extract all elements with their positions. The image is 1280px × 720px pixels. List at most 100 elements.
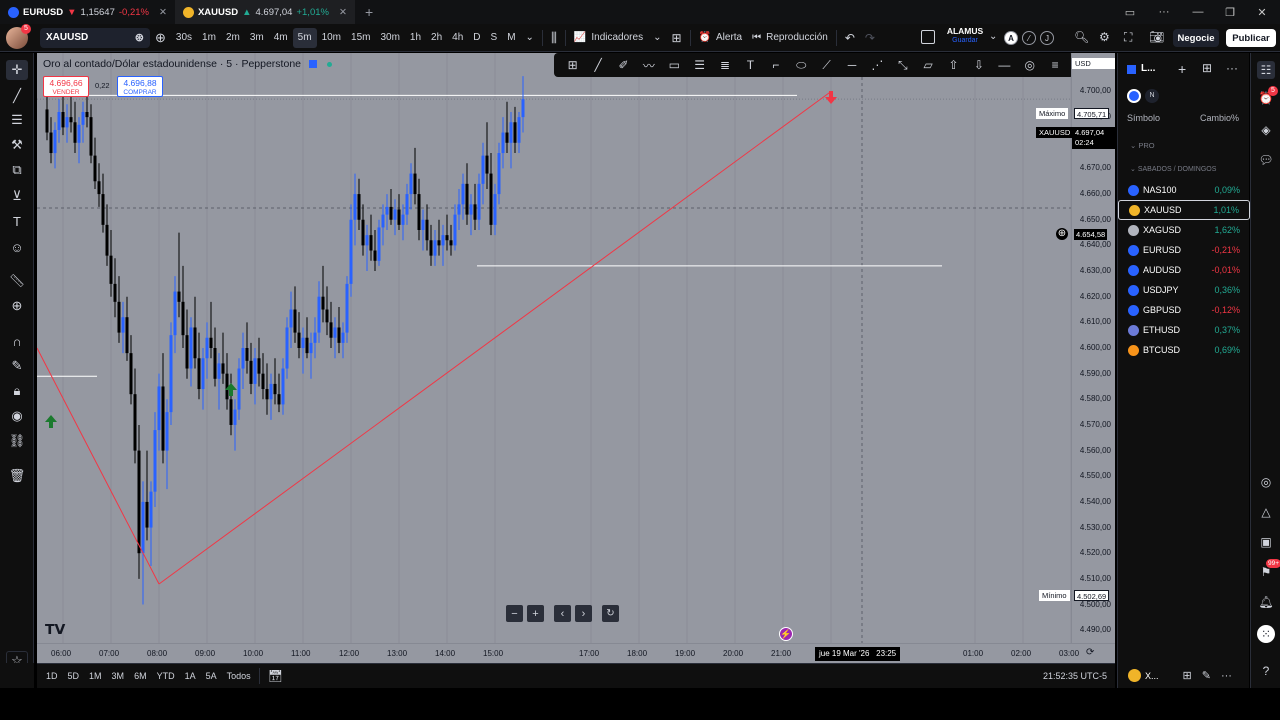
section-weekend[interactable]: ⌄ SABADOS / DOMINGOS: [1130, 165, 1216, 173]
new-tab-icon[interactable]: +: [355, 4, 383, 20]
bar-style-icon[interactable]: ⫼: [546, 24, 562, 52]
camera-icon[interactable]: 📷︎: [1149, 30, 1164, 44]
maximize-icon[interactable]: ❐: [1214, 0, 1246, 24]
ideas-icon[interactable]: △: [1257, 503, 1275, 521]
interval-2h[interactable]: 2h: [426, 24, 447, 52]
list-item[interactable]: USDJPY 0,36%: [1118, 280, 1250, 300]
pattern-icon[interactable]: ⋰: [865, 53, 890, 77]
letter-a-button[interactable]: A: [1004, 31, 1018, 45]
letter-slash-button[interactable]: ⁄: [1022, 31, 1036, 45]
interval-4m[interactable]: 4m: [269, 24, 293, 52]
projection-icon[interactable]: ⊻: [6, 186, 28, 206]
interval-s[interactable]: S: [486, 24, 503, 52]
list-item[interactable]: XAUUSD 1,01%: [1118, 200, 1250, 220]
bell-icon[interactable]: 🔔︎: [1257, 593, 1275, 611]
list-item[interactable]: XAGUSD 1,62%: [1118, 220, 1250, 240]
watchlist-toggle-icon[interactable]: [1127, 89, 1141, 103]
arrow-down-icon[interactable]: ⇩: [966, 53, 991, 77]
close-tab-icon[interactable]: ✕: [339, 7, 347, 18]
range-1d[interactable]: 1D: [41, 671, 63, 681]
scroll-right-icon[interactable]: ›: [575, 605, 592, 622]
settings-icon[interactable]: ⚙: [1099, 30, 1110, 44]
ray-icon[interactable]: ⌐: [763, 53, 788, 77]
zoom-in-icon[interactable]: ⊕: [6, 296, 28, 316]
undo-icon[interactable]: ↶: [840, 24, 860, 52]
publish-button[interactable]: Publicar: [1226, 29, 1276, 47]
search-icon[interactable]: 🔍︎: [1074, 30, 1089, 44]
chevron-down-icon[interactable]: ⌄: [648, 24, 666, 52]
ruler-icon[interactable]: 📏︎: [6, 271, 28, 291]
range-1m[interactable]: 1M: [84, 671, 107, 681]
text-icon[interactable]: T: [738, 53, 763, 77]
more-icon[interactable]: ···: [1221, 670, 1232, 682]
interval-30m[interactable]: 30m: [375, 24, 404, 52]
parallel-channel-icon[interactable]: ≣: [712, 53, 737, 77]
pattern-icon[interactable]: ⧉: [6, 160, 28, 180]
more-icon[interactable]: ···: [1226, 61, 1238, 75]
watchlist-icon[interactable]: ☷: [1257, 61, 1275, 79]
trash-icon[interactable]: 🗑︎: [6, 466, 28, 486]
emoji-icon[interactable]: ☺: [6, 237, 28, 257]
interval-4h[interactable]: 4h: [447, 24, 468, 52]
horizontal-ray-icon[interactable]: ─: [839, 53, 864, 77]
notifications-icon[interactable]: ⚑ 99+: [1257, 559, 1280, 581]
interval-5m[interactable]: 5m: [292, 27, 317, 48]
interval-2m[interactable]: 2m: [221, 24, 245, 52]
add-symbol-icon[interactable]: ⊕: [150, 24, 171, 52]
chart-pane[interactable]: Oro al contado/Dólar estadounidense · 5 …: [37, 53, 1071, 643]
text-icon[interactable]: T: [6, 211, 28, 231]
crosshair-icon[interactable]: ✛: [6, 60, 28, 80]
range-3m[interactable]: 3M: [107, 671, 130, 681]
range-5d[interactable]: 5D: [63, 671, 85, 681]
avatar[interactable]: 5: [6, 23, 31, 49]
target-icon[interactable]: ◎: [1017, 53, 1042, 77]
path-icon[interactable]: 〰: [636, 53, 661, 77]
interval-1m[interactable]: 1m: [197, 24, 221, 52]
col-change-header[interactable]: Cambio%: [1200, 113, 1239, 123]
edit-icon[interactable]: ✎: [1202, 669, 1211, 682]
grid-view-icon[interactable]: ⊞: [1183, 669, 1192, 682]
replay-button[interactable]: ⏮ Reproducción: [747, 24, 833, 52]
currency-label[interactable]: USD: [1072, 58, 1115, 69]
eye-icon[interactable]: ◉: [6, 406, 28, 426]
trend-line-icon[interactable]: ╱: [6, 86, 28, 106]
list-item[interactable]: ETHUSD 0,37%: [1118, 320, 1250, 340]
letter-j-button[interactable]: J: [1040, 31, 1054, 45]
news-icon[interactable]: N: [1145, 89, 1159, 103]
alert-button[interactable]: ⏰ Alerta: [694, 24, 748, 52]
watchlist-title[interactable]: L...: [1141, 63, 1155, 74]
price-scale[interactable]: 4.710,004.700,004.690,004.680,004.670,00…: [1071, 53, 1115, 643]
sell-button[interactable]: 4.696,66 VENDER: [43, 76, 89, 97]
interval-1h[interactable]: 1h: [405, 24, 426, 52]
close-window-icon[interactable]: ✕: [1246, 0, 1278, 24]
time-settings-icon[interactable]: ⟳: [1086, 647, 1094, 658]
clock[interactable]: 21:52:35 UTC-5: [1043, 671, 1107, 681]
compare-icon[interactable]: ⊛: [135, 31, 144, 44]
brush-icon[interactable]: ✐: [611, 53, 636, 77]
indicators-button[interactable]: 📈 Indicadores: [569, 24, 648, 52]
trade-button[interactable]: Negocie: [1173, 29, 1219, 47]
interval-3m[interactable]: 3m: [245, 24, 269, 52]
range-1a[interactable]: 1A: [180, 671, 201, 681]
grid-view-icon[interactable]: ⊞: [1202, 61, 1212, 75]
layout-square-icon[interactable]: [921, 30, 935, 44]
scroll-left-icon[interactable]: ‹: [554, 605, 571, 622]
magnet-icon[interactable]: ∩: [6, 331, 28, 351]
section-pro[interactable]: ⌄ PRO: [1130, 141, 1155, 150]
redo-icon[interactable]: ↷: [860, 24, 880, 52]
fib-icon[interactable]: ☰: [687, 53, 712, 77]
trend-line-icon[interactable]: ╱: [585, 53, 610, 77]
interval-15m[interactable]: 15m: [346, 24, 375, 52]
calendar-icon[interactable]: ▣: [1257, 533, 1275, 551]
target-icon[interactable]: ◎: [1257, 473, 1275, 491]
range-6m[interactable]: 6M: [129, 671, 152, 681]
menu-icon[interactable]: ≡: [1042, 53, 1067, 77]
layers-icon[interactable]: ◈: [1257, 121, 1275, 139]
list-item[interactable]: AUDUSD -0,01%: [1118, 260, 1250, 280]
browser-tab-eurusd[interactable]: EURUSD ▼ 1,15647 -0,21% ✕: [0, 0, 175, 24]
link-icon[interactable]: ⛓: [6, 431, 28, 451]
lock-icon[interactable]: 🔒︎: [6, 381, 28, 401]
alerts-icon[interactable]: ⏰ 5: [1257, 86, 1278, 107]
buy-button[interactable]: 4.696,88 COMPRAR: [117, 76, 163, 97]
browser-tab-xauusd[interactable]: XAUUSD ▲ 4.697,04 +1,01% ✕: [174, 0, 355, 24]
